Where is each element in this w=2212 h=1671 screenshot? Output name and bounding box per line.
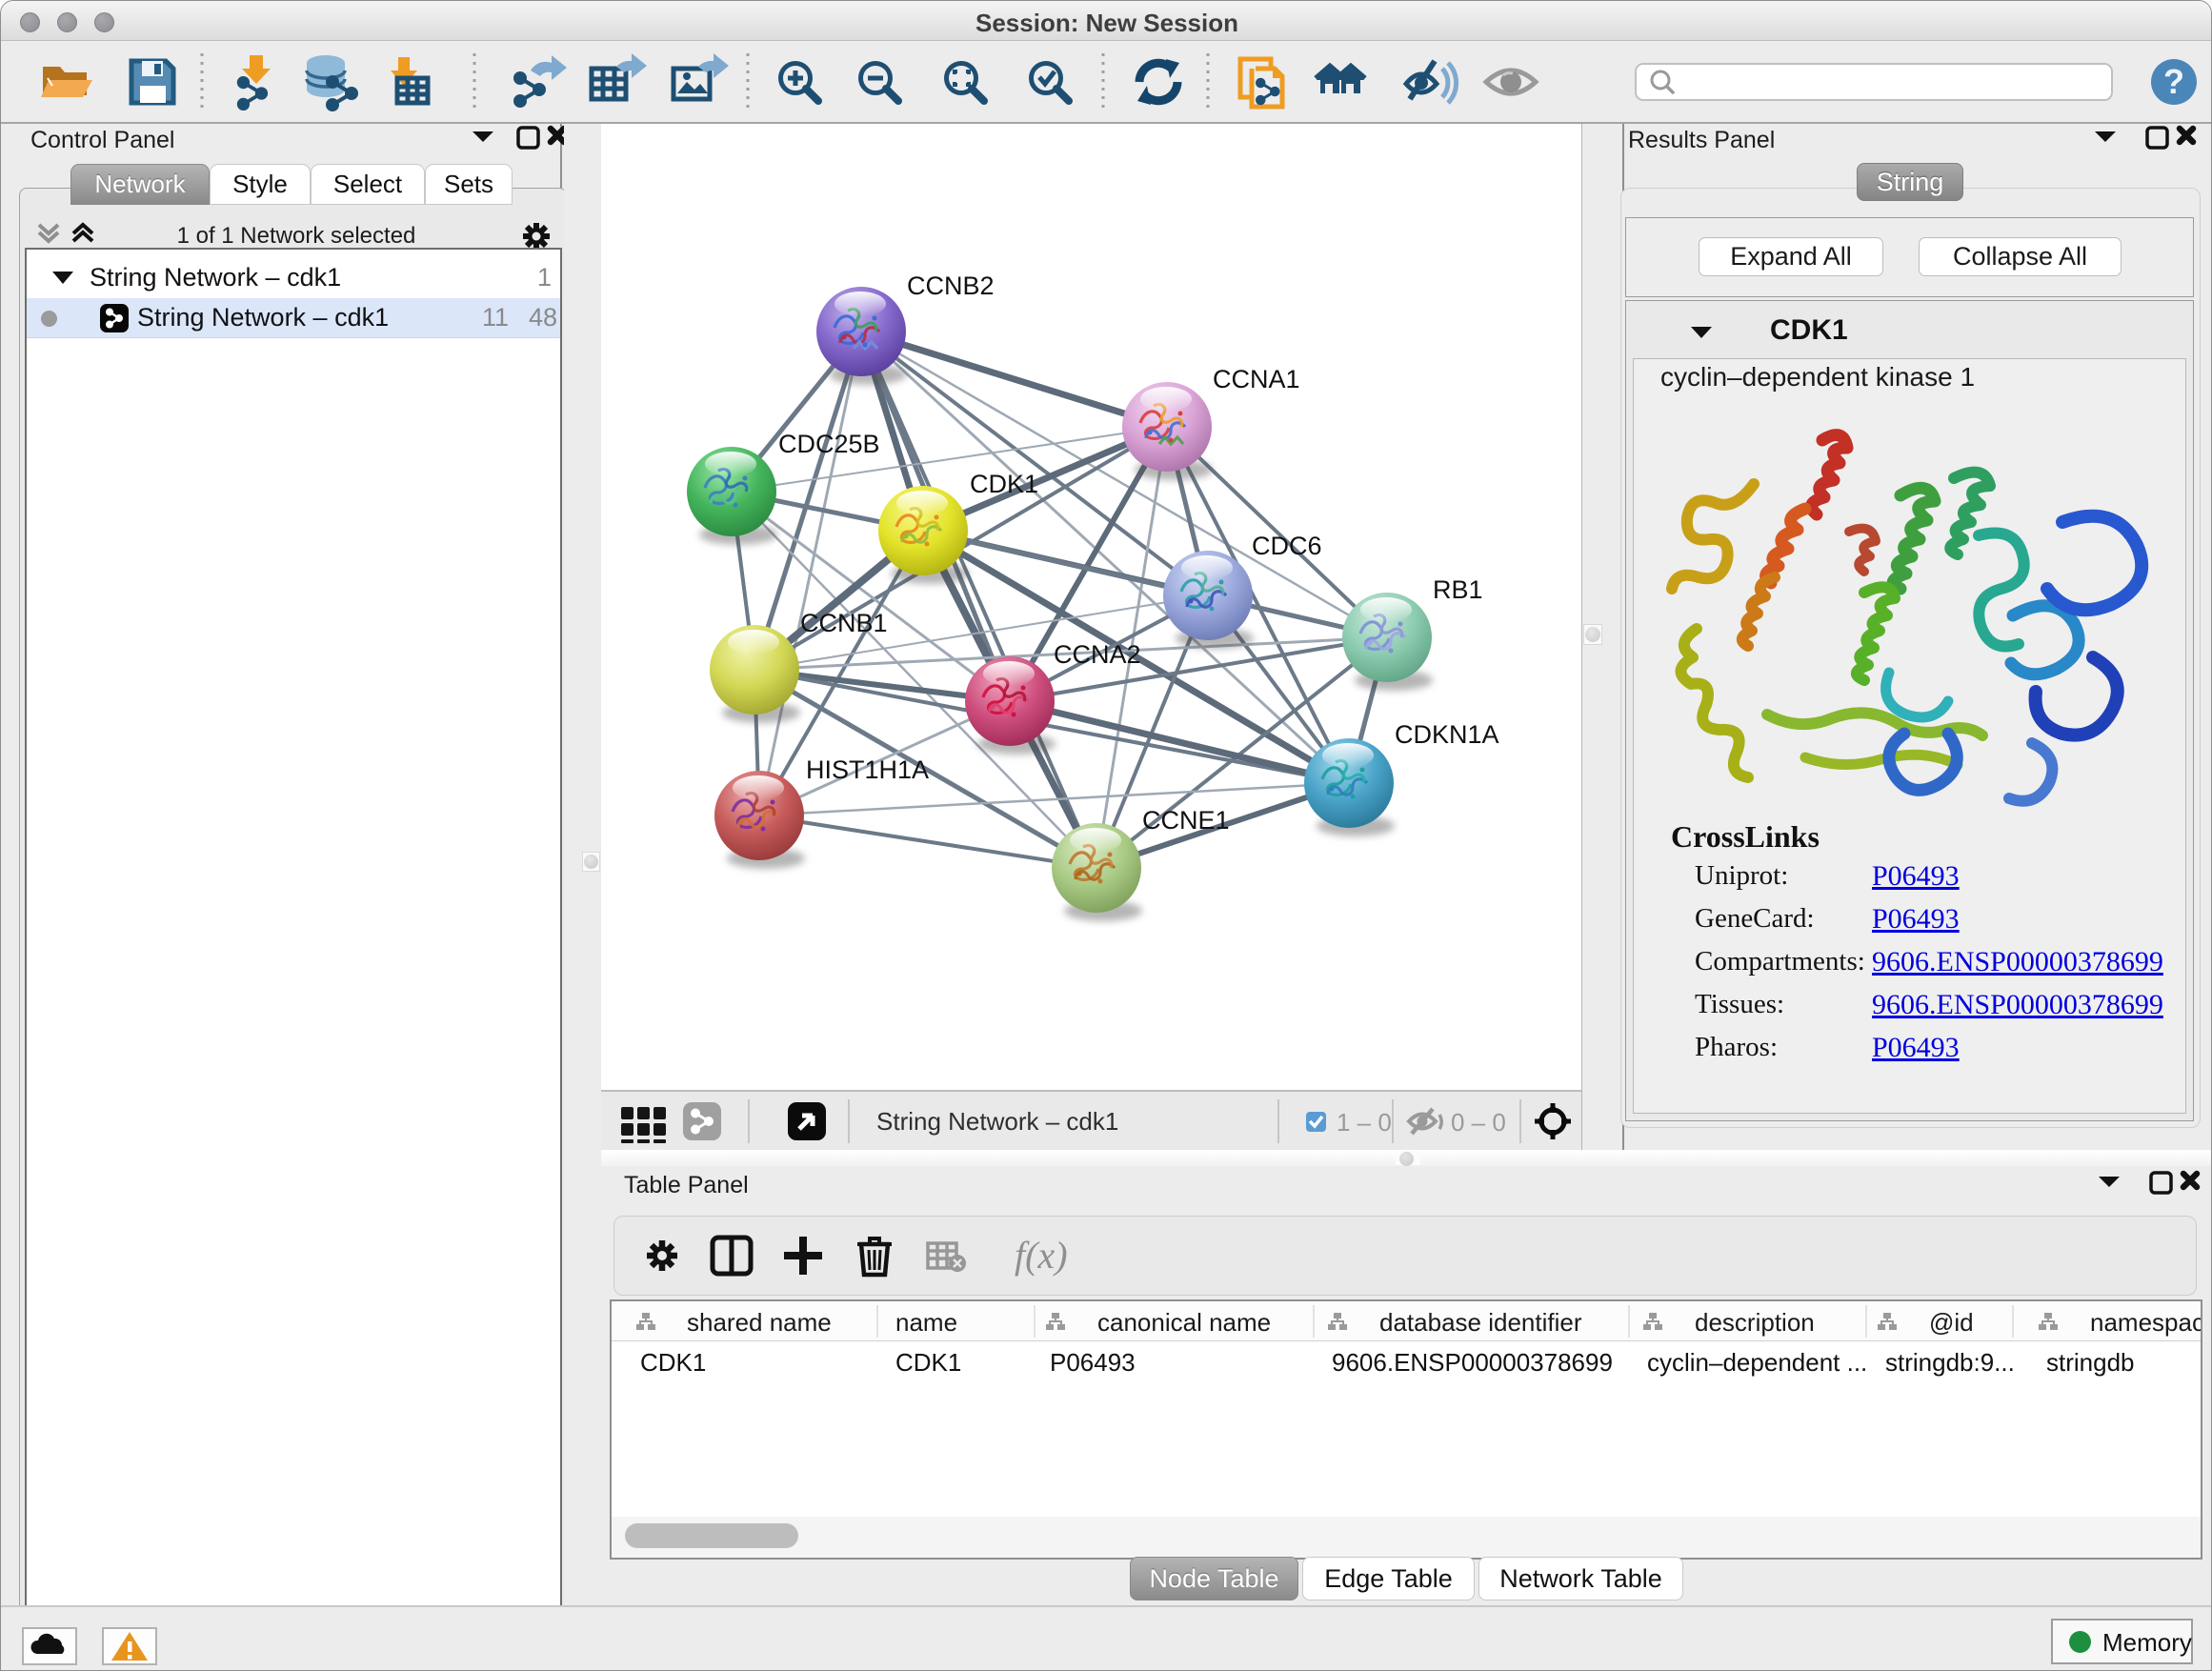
svg-text:CDKN1A: CDKN1A [1395,720,1499,749]
svg-text:CCNA2: CCNA2 [1054,640,1141,669]
svg-text:CDK1: CDK1 [970,470,1038,498]
svg-text:f(x): f(x) [1015,1234,1068,1277]
svg-text:1 – 0: 1 – 0 [1337,1108,1392,1137]
svg-text:CCNB1: CCNB1 [800,609,888,637]
svg-text:String Network – cdk1: String Network – cdk1 [876,1107,1118,1136]
svg-text:RB1: RB1 [1433,575,1483,604]
svg-text:CDC25B: CDC25B [778,430,880,458]
svg-text:0 – 0: 0 – 0 [1451,1108,1506,1137]
svg-text:database identifier: database identifier [1379,1308,1582,1337]
svg-text:namespace: namespace [2090,1308,2201,1337]
svg-text:description: description [1695,1308,1815,1337]
svg-text:CCNB2: CCNB2 [907,272,995,300]
svg-text:CCNE1: CCNE1 [1142,806,1230,835]
svg-text:name: name [895,1308,957,1337]
svg-text:CCNA1: CCNA1 [1213,365,1300,393]
svg-text:canonical name: canonical name [1097,1308,1271,1337]
svg-text:@id: @id [1929,1308,1974,1337]
svg-text:shared name: shared name [687,1308,832,1337]
svg-text:HIST1H1A: HIST1H1A [806,755,929,784]
svg-text:CDC6: CDC6 [1252,532,1322,560]
svg-text:?: ? [2163,62,2184,101]
